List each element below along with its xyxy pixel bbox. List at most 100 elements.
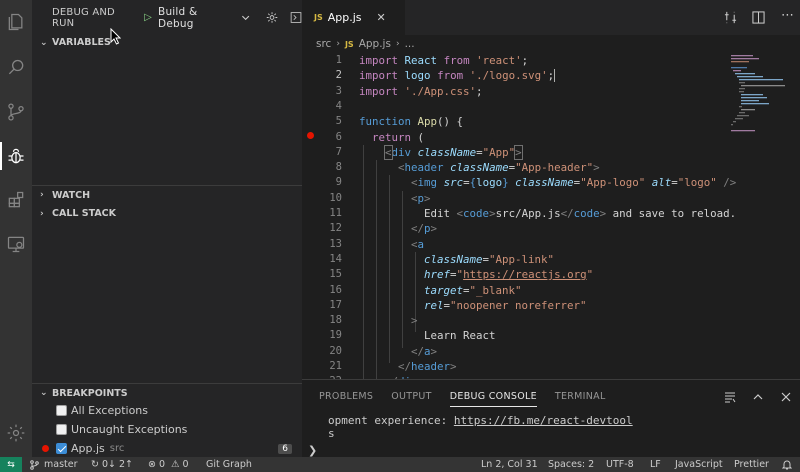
tab-app-js[interactable]: JS App.js ✕ [302, 0, 405, 35]
status-cursor-position[interactable]: Ln 2, Col 31 [481, 457, 538, 472]
js-file-icon: JS [344, 39, 354, 49]
start-debugging-icon[interactable]: ▷ [144, 12, 152, 23]
breakpoints-section-header[interactable]: ⌄ BREAKPOINTS [32, 383, 302, 402]
line-number: 4 [335, 99, 342, 112]
status-formatter[interactable]: Prettier [734, 457, 769, 472]
mouse-cursor-icon [110, 28, 121, 45]
watch-section-header[interactable]: › WATCH [32, 185, 302, 204]
explorer-icon[interactable] [0, 2, 32, 42]
breadcrumb-file[interactable]: App.js [359, 38, 391, 50]
tab-debug-console[interactable]: DEBUG CONSOLE [449, 380, 537, 413]
breakpoint-all-exceptions[interactable]: All Exceptions [32, 401, 302, 420]
code-line-6: return ( [372, 130, 425, 144]
variables-section-header[interactable]: ⌄ VARIABLES [32, 33, 302, 52]
split-editor-icon[interactable] [752, 11, 765, 24]
code-line-16: target="_blank" [424, 283, 522, 297]
code-line-9: <img src={logo} className="App-logo" alt… [411, 176, 737, 190]
remote-explorer-icon[interactable] [0, 224, 32, 264]
status-branch[interactable]: master [30, 457, 78, 472]
call-stack-section-header[interactable]: › CALL STACK [32, 204, 302, 223]
console-link[interactable]: https://fb.me/react-devtool [454, 414, 633, 427]
line-number: 15 [329, 268, 342, 281]
status-encoding[interactable]: UTF-8 [606, 457, 634, 472]
debug-config-select[interactable]: Build & Debug [158, 6, 231, 30]
status-sync[interactable]: ↻ 0↓ 2↑ [91, 457, 133, 472]
chevron-down-icon: ⌄ [40, 388, 48, 398]
chevron-right-icon: › [40, 190, 44, 200]
line-number: 2 [335, 69, 342, 82]
line-number: 17 [329, 298, 342, 311]
checkbox[interactable] [56, 405, 67, 416]
compare-changes-icon[interactable] [724, 11, 737, 24]
tab-terminal[interactable]: TERMINAL [555, 380, 606, 413]
js-file-icon: JS [314, 13, 323, 22]
maximize-panel-icon[interactable] [752, 391, 764, 403]
bottom-panel: PROBLEMS OUTPUT DEBUG CONSOLE TERMINAL o… [302, 379, 800, 457]
debug-console-icon[interactable] [290, 11, 302, 24]
code-line-8: <header className="App-header"> [398, 161, 600, 175]
remote-indicator-icon[interactable]: ⇆ [0, 457, 22, 472]
status-git-graph[interactable]: Git Graph [206, 457, 252, 472]
breakpoint-app-js[interactable]: App.js src 6 [32, 439, 302, 458]
breakpoint-dot-icon[interactable] [307, 132, 314, 139]
status-indentation[interactable]: Spaces: 2 [548, 457, 594, 472]
breadcrumb-folder[interactable]: src [316, 38, 331, 50]
console-prompt-icon[interactable]: ❯ [308, 444, 317, 457]
checkbox[interactable] [56, 443, 67, 454]
tab-problems[interactable]: PROBLEMS [319, 380, 373, 413]
status-eol[interactable]: LF [650, 457, 661, 472]
debug-icon[interactable] [0, 136, 32, 176]
line-number: 8 [335, 161, 342, 174]
breakpoint-dot-icon [42, 445, 49, 452]
chevron-down-icon: ⌄ [40, 37, 48, 48]
code-editor[interactable]: 12345678910111213141516171819202122 impo… [302, 53, 800, 379]
error-icon: ⊗ [148, 459, 156, 470]
line-number: 10 [329, 191, 342, 204]
code-line-15: href="https://reactjs.org" [424, 268, 594, 282]
chevron-down-icon[interactable] [241, 13, 250, 23]
code-line-5: function App() { [359, 115, 464, 129]
code-line-12: </p> [411, 222, 438, 236]
editor-scrollbar[interactable] [788, 53, 800, 379]
notifications-bell-icon[interactable] [782, 457, 792, 472]
clear-console-icon[interactable] [724, 391, 736, 403]
code-line-2: import logo from './logo.svg'; [359, 69, 556, 83]
code-line-17: rel="noopener noreferrer" [424, 298, 587, 312]
line-number: 19 [329, 329, 342, 342]
breakpoint-uncaught-exceptions[interactable]: Uncaught Exceptions [32, 420, 302, 439]
chevron-right-icon: › [40, 208, 44, 219]
chevron-right-icon: › [395, 39, 400, 49]
code-line-3: import './App.css'; [359, 84, 483, 98]
code-line-11: Edit <code>src/App.js</code> and save to… [424, 207, 737, 220]
more-actions-icon[interactable]: ⋯ [781, 8, 794, 23]
status-language[interactable]: JavaScript [675, 457, 723, 472]
line-number: 1 [335, 54, 342, 66]
gear-icon[interactable] [266, 11, 278, 24]
minimap[interactable] [731, 53, 786, 173]
settings-gear-icon[interactable] [0, 413, 32, 453]
source-control-icon[interactable] [0, 92, 32, 132]
line-number: 3 [335, 84, 342, 97]
breadcrumb-symbol[interactable]: ... [405, 38, 415, 50]
breadcrumb: src › JS App.js › ... [302, 35, 800, 53]
status-problems[interactable]: ⊗ 0 ⚠ 0 [148, 457, 189, 472]
code-line-1: import React from 'react'; [359, 54, 529, 67]
line-number: 14 [329, 252, 342, 265]
code-line-10: <p> [411, 191, 431, 205]
line-number: 7 [335, 145, 342, 158]
tab-output[interactable]: OUTPUT [391, 380, 432, 413]
checkbox[interactable] [56, 424, 67, 435]
line-number: 20 [329, 344, 342, 357]
warning-icon: ⚠ [171, 459, 180, 470]
sidebar-title: DEBUG AND RUN [52, 6, 115, 29]
line-number: 21 [329, 360, 342, 372]
code-line-18: > [411, 314, 418, 328]
extensions-icon[interactable] [0, 180, 32, 220]
line-number: 11 [329, 207, 342, 219]
close-icon[interactable]: ✕ [377, 11, 386, 24]
editor-tab-bar: JS App.js ✕ ⋯ [302, 0, 800, 35]
close-panel-icon[interactable] [780, 391, 792, 403]
line-number: 18 [329, 314, 342, 327]
line-number: 5 [335, 115, 342, 128]
search-icon[interactable] [0, 48, 32, 88]
